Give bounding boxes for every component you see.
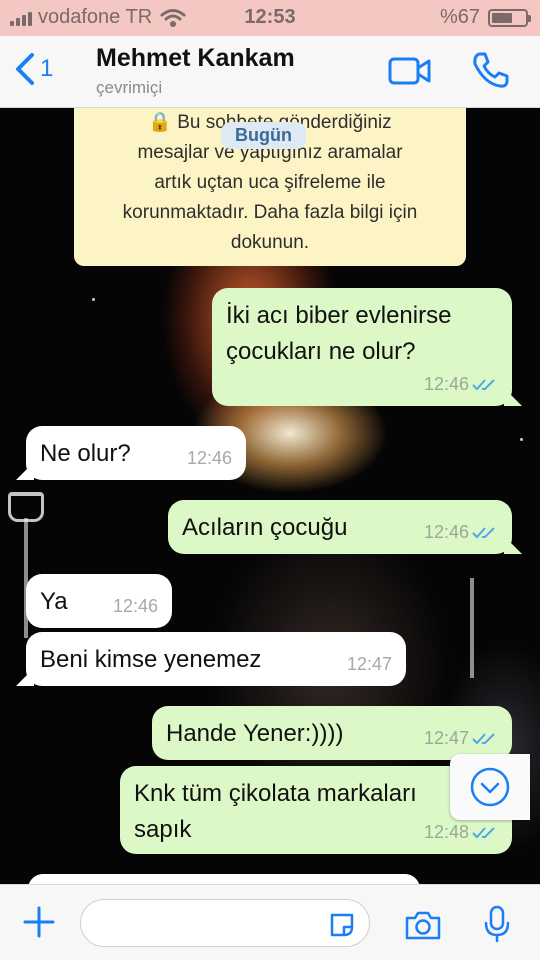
sticker-button[interactable] [328,911,356,944]
unread-count: 1 [40,55,54,82]
battery-icon [488,8,531,27]
battery-info: %67 [439,6,531,29]
phone-icon [473,52,509,88]
contact-status: çevrimiçi [96,78,163,97]
attach-button[interactable] [22,905,56,944]
double-check-icon [472,378,495,390]
message-time: 12:46 [423,522,469,542]
message-time: 12:46 [112,596,158,616]
camera-button[interactable] [404,909,442,946]
contact-name[interactable]: Mehmet Kankam [96,44,295,73]
wallpaper-spark [92,298,95,301]
bubble-tail [504,536,522,554]
notice-line: artık uçtan uca şifreleme ile [154,172,386,193]
wallpaper-spark [520,438,523,441]
video-call-button[interactable] [388,56,432,91]
bubble-tail [504,388,522,406]
message-bubble-outgoing[interactable]: İki acı biber evlenirse çocukları ne olu… [212,288,522,406]
battery-level [492,12,513,23]
message-meta: 12:46 [113,593,158,620]
message-time: 12:46 [186,448,232,468]
message-time: 12:47 [346,654,392,674]
camera-icon [405,911,441,940]
sticker-icon [330,913,354,937]
message-bubble-incoming-partial[interactable] [28,874,420,884]
voice-record-button[interactable] [484,905,510,948]
message-time: 12:47 [423,728,469,748]
message-meta: 12:46 [424,371,498,398]
message-meta: 12:46 [424,519,498,546]
wallpaper-lamp [8,492,44,522]
double-check-icon [472,826,495,838]
message-text: Beni kimse yenemez [40,646,262,673]
message-meta: 12:47 [347,651,392,678]
double-check-icon [472,526,495,538]
microphone-icon [484,905,510,943]
double-check-icon [472,732,495,744]
notice-line: korunmaktadır. Daha fazla bilgi için [122,202,418,223]
chat-header: 1 Mehmet Kankam çevrimiçi [0,36,540,108]
message-time: 12:48 [423,822,469,842]
scroll-to-bottom-button[interactable] [450,754,530,820]
status-bar: vodafone TR 12:53 %67 [0,0,540,36]
chevron-down-circle-icon [470,767,510,807]
chat-area[interactable]: 🔒 Bu sohbete gönderdiğiniz mesajlar ve y… [0,108,540,884]
message-text: Knk tüm çikolata markaları [134,780,417,807]
message-input[interactable] [80,899,370,947]
bubble-tail [16,462,34,480]
message-bubble-incoming[interactable]: Beni kimse yenemez 12:47 [16,632,406,686]
message-text: çocukları ne olur? [226,338,416,365]
chevron-left-icon [16,53,34,85]
notice-line: dokunun. [230,232,310,253]
message-bubble-outgoing[interactable]: Acıların çocuğu 12:46 [168,500,522,554]
message-meta: 12:48 [424,819,498,846]
voice-call-button[interactable] [470,50,510,95]
back-button[interactable]: 1 [14,52,53,86]
message-meta: 12:46 [187,445,232,472]
message-text: İki acı biber evlenirse [226,302,452,329]
message-input-bar [0,884,540,960]
message-meta: 12:47 [424,725,498,752]
wallpaper-lamp-pole [470,578,474,678]
bubble-tail [16,668,34,686]
battery-percent: %67 [439,6,480,28]
video-camera-icon [388,57,431,85]
message-time: 12:46 [423,374,469,394]
date-badge: Bugün [221,122,306,149]
message-bubble-incoming[interactable]: Ya 12:46 [26,574,172,628]
message-bubble-outgoing[interactable]: Hande Yener:)))) 12:47 [152,706,512,760]
plus-icon [23,906,55,938]
message-bubble-incoming[interactable]: Ne olur? 12:46 [16,426,246,480]
